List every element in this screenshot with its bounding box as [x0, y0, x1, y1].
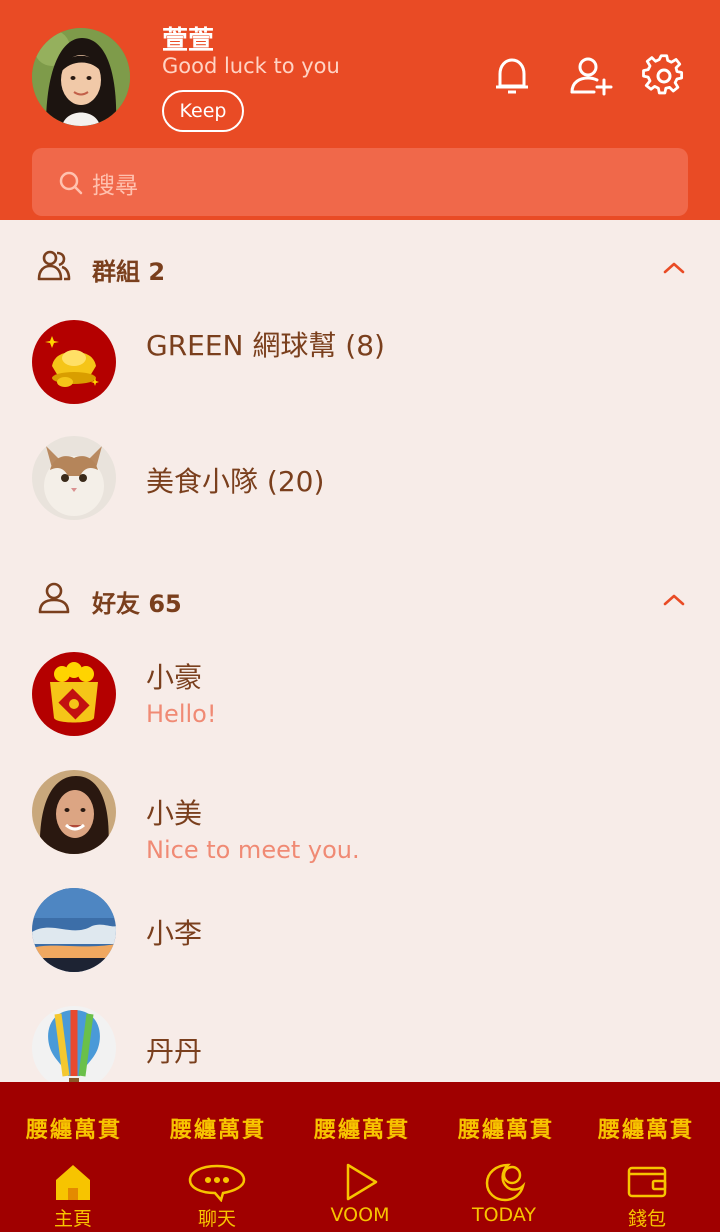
tab-label: TODAY — [472, 1204, 536, 1226]
group-row[interactable]: 美食小隊 (20) — [0, 436, 720, 554]
group-name: 美食小隊 (20) — [146, 465, 325, 498]
banner-text: 腰纏萬貫 — [458, 1117, 555, 1143]
keep-button[interactable]: Keep — [162, 90, 244, 132]
tab-label: 錢包 — [627, 1208, 666, 1230]
chevron-up-icon[interactable] — [660, 586, 688, 614]
banner-text: 腰纏萬貫 — [170, 1117, 267, 1143]
search-bar[interactable]: 搜尋 — [32, 148, 688, 216]
bell-icon[interactable] — [490, 54, 534, 98]
friend-avatar-treasure-pot — [32, 652, 116, 736]
groups-section-header[interactable]: 群組 2 — [0, 236, 720, 296]
tab-label: 聊天 — [197, 1208, 236, 1230]
profile-header: 萱萱 Good luck to you Keep 搜尋 — [0, 0, 720, 220]
group-icon — [36, 248, 72, 284]
tab-wallet[interactable]: 錢包 — [592, 1162, 702, 1232]
search-icon — [58, 170, 84, 196]
tab-label: VOOM — [330, 1204, 390, 1226]
friend-row[interactable]: 小豪 Hello! — [0, 652, 720, 770]
groups-section-title: 群組 2 — [92, 258, 166, 286]
group-name: GREEN 網球幫 (8) — [146, 329, 385, 362]
chevron-up-icon[interactable] — [660, 254, 688, 282]
group-avatar-gold-ingot — [32, 320, 116, 404]
friend-name: 小美 — [146, 797, 203, 830]
wallet-icon — [627, 1166, 667, 1198]
friend-avatar-hot-air-balloon — [32, 1006, 116, 1090]
home-icon — [56, 1165, 90, 1200]
group-row[interactable]: GREEN 網球幫 (8) — [0, 320, 720, 438]
friends-section-title: 好友 65 — [92, 590, 182, 618]
tab-chat[interactable]: 聊天 — [162, 1162, 272, 1232]
friend-row[interactable]: 小李 — [0, 888, 720, 1006]
tab-today[interactable]: TODAY — [449, 1162, 559, 1232]
tab-home[interactable]: 主頁 — [18, 1162, 128, 1232]
tab-label: 主頁 — [53, 1208, 92, 1230]
person-icon — [36, 580, 72, 616]
profile-status-message[interactable]: Good luck to you — [162, 54, 340, 78]
friend-row[interactable]: 小美 Nice to meet you. — [0, 770, 720, 888]
chat-icon — [188, 1164, 246, 1202]
tab-voom[interactable]: VOOM — [305, 1162, 415, 1232]
gear-icon[interactable] — [642, 54, 686, 98]
friends-section-header[interactable]: 好友 65 — [0, 568, 720, 628]
friend-status-message: Nice to meet you. — [146, 836, 360, 864]
friend-avatar-woman — [32, 770, 116, 854]
profile-avatar[interactable] — [32, 28, 130, 126]
profile-name[interactable]: 萱萱 — [162, 20, 214, 57]
banner-text: 腰纏萬貫 — [598, 1117, 695, 1143]
play-icon — [346, 1163, 378, 1201]
friend-name: 小李 — [146, 917, 203, 950]
search-placeholder: 搜尋 — [92, 173, 138, 199]
friend-name: 丹丹 — [146, 1035, 203, 1068]
moon-icon — [485, 1163, 526, 1202]
banner-text: 腰纏萬貫 — [314, 1117, 411, 1143]
friend-avatar-sky — [32, 888, 116, 972]
friend-status-message: Hello! — [146, 700, 217, 728]
friend-name: 小豪 — [146, 661, 203, 694]
bottom-navigation: 腰纏萬貫 腰纏萬貫 腰纏萬貫 腰纏萬貫 腰纏萬貫 主頁 聊天 VOOM TODA… — [0, 1082, 720, 1232]
add-friend-icon[interactable] — [568, 54, 613, 98]
group-avatar-cat — [32, 436, 116, 520]
banner-text: 腰纏萬貫 — [26, 1117, 123, 1143]
